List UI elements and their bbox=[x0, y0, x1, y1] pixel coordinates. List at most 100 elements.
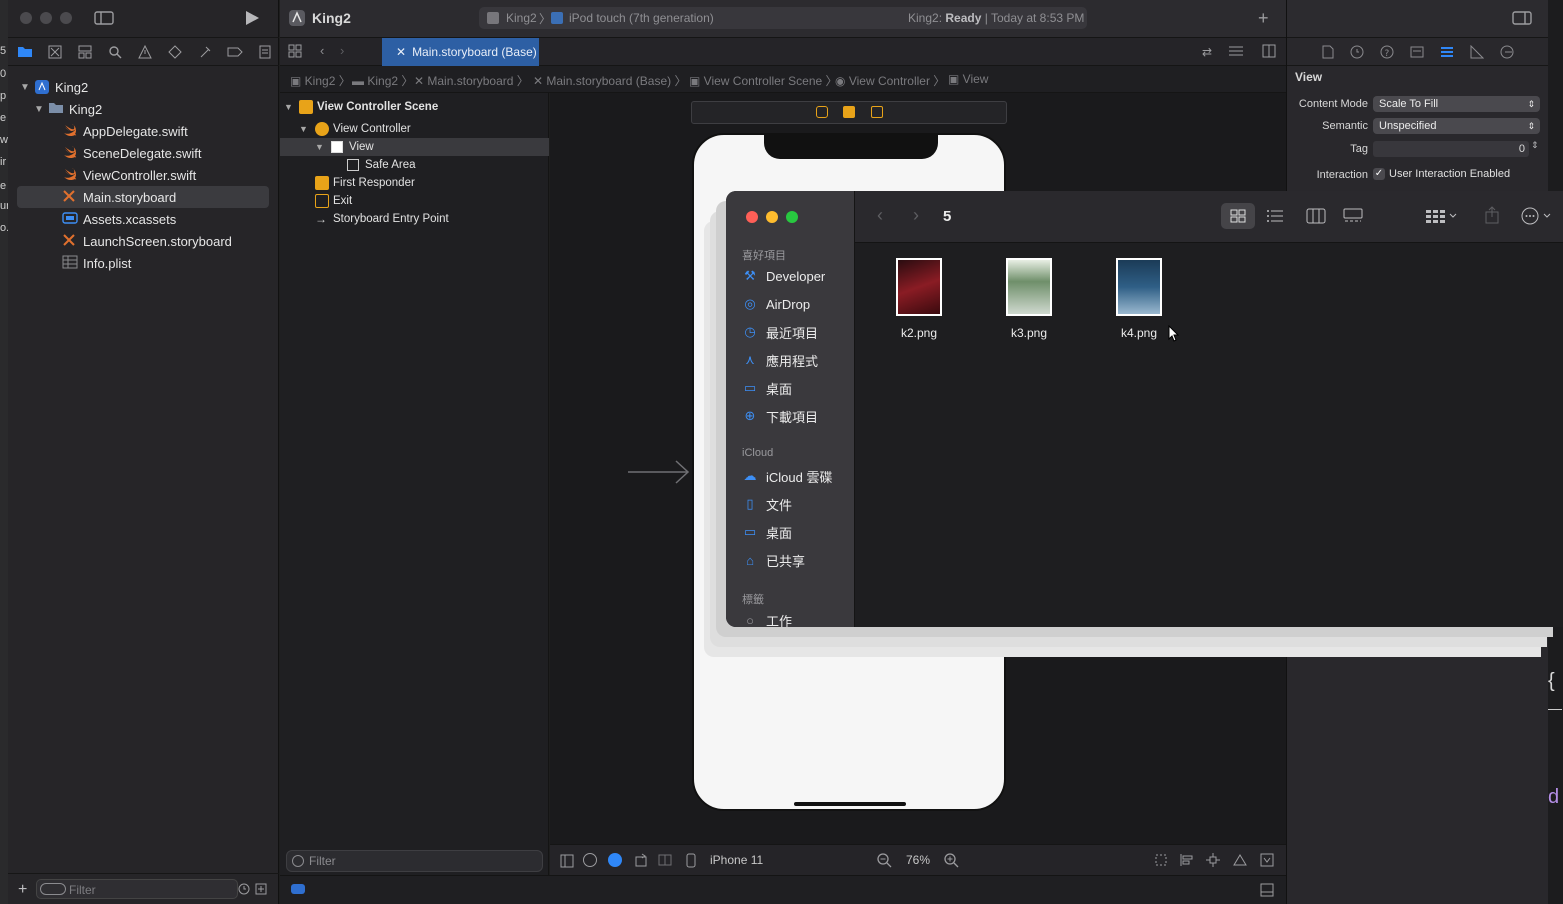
update-frames-icon[interactable] bbox=[1154, 853, 1168, 867]
file-item-k3[interactable]: k3.png bbox=[984, 258, 1074, 340]
attributes-inspector-icon[interactable] bbox=[1440, 45, 1454, 59]
sidebar-item-airdrop[interactable]: ◎ AirDrop bbox=[742, 293, 852, 315]
project-root-item[interactable]: ▼ King2 bbox=[8, 76, 279, 98]
outline-view-selected[interactable]: ▼ View bbox=[280, 138, 549, 156]
jump-bar-view[interactable]: ▣ View bbox=[948, 72, 988, 86]
test-icon[interactable] bbox=[166, 43, 184, 61]
chevron-down-icon[interactable]: ▼ bbox=[315, 142, 324, 152]
close-window-button[interactable] bbox=[20, 12, 32, 24]
zoom-window-button[interactable] bbox=[60, 12, 72, 24]
sidebar-item-applications[interactable]: ⋏ 應用程式 bbox=[742, 349, 852, 371]
tree-item-plist[interactable]: Info.plist bbox=[8, 252, 279, 274]
search-icon[interactable] bbox=[106, 43, 124, 61]
forward-arrow-icon[interactable]: › bbox=[913, 205, 919, 226]
group-folder-item[interactable]: ▼ King2 bbox=[8, 98, 279, 120]
destination-selector[interactable]: iPod touch (7th generation) bbox=[569, 11, 714, 25]
grid-icon[interactable] bbox=[288, 44, 302, 58]
outline-safe-area[interactable]: Safe Area bbox=[280, 156, 549, 174]
source-control-filter-icon[interactable] bbox=[255, 883, 267, 895]
size-class-icon[interactable] bbox=[658, 853, 672, 867]
view-controller-icon[interactable] bbox=[816, 106, 828, 118]
minimize-window-button[interactable] bbox=[766, 211, 778, 223]
minimize-window-button[interactable] bbox=[40, 12, 52, 24]
zoom-window-button[interactable] bbox=[786, 211, 798, 223]
appearance-icon[interactable] bbox=[608, 853, 622, 867]
navigator-filter-input[interactable]: Filter bbox=[36, 879, 238, 899]
sidebar-item-recents[interactable]: ◷ 最近項目 bbox=[742, 321, 852, 343]
outline-scene[interactable]: ▼ View Controller Scene bbox=[280, 98, 549, 116]
chevron-down-icon[interactable]: ▼ bbox=[34, 104, 44, 115]
sidebar-item-developer[interactable]: ⚒ Developer bbox=[742, 265, 852, 287]
sidebar-item-icloud-desktop[interactable]: ▭ 桌面 bbox=[742, 521, 852, 543]
identity-inspector-icon[interactable] bbox=[1410, 45, 1424, 59]
chevron-down-icon[interactable]: ▼ bbox=[299, 124, 308, 134]
recent-files-icon[interactable] bbox=[238, 883, 250, 895]
gallery-view-icon[interactable] bbox=[1343, 208, 1363, 224]
embed-in-icon[interactable] bbox=[1260, 853, 1274, 867]
tag-field[interactable]: 0 bbox=[1373, 141, 1529, 157]
accessibility-icon[interactable] bbox=[583, 853, 597, 867]
file-inspector-icon[interactable] bbox=[1322, 45, 1334, 59]
zoom-out-icon[interactable] bbox=[876, 852, 892, 868]
outline-first-responder[interactable]: First Responder bbox=[280, 174, 549, 192]
sidebar-item-desktop[interactable]: ▭ 桌面 bbox=[742, 377, 852, 399]
document-outline-toggle-icon[interactable] bbox=[560, 854, 574, 868]
content-mode-popup[interactable]: Scale To Fill ⇕ bbox=[1373, 96, 1540, 112]
jump-bar-group[interactable]: ▬ King2 〉 bbox=[352, 72, 413, 89]
sidebar-item-downloads[interactable]: ⊕ 下載項目 bbox=[742, 405, 852, 427]
toggle-navigator-icon[interactable] bbox=[94, 10, 114, 26]
tree-item-swift[interactable]: AppDelegate.swift bbox=[8, 120, 279, 142]
breakpoint-icon[interactable] bbox=[226, 43, 244, 61]
tree-item-swift[interactable]: ViewController.swift bbox=[8, 164, 279, 186]
source-control-icon[interactable] bbox=[46, 43, 64, 61]
column-view-icon[interactable] bbox=[1306, 208, 1326, 224]
toggle-inspector-icon[interactable] bbox=[1512, 10, 1532, 26]
jump-bar-project[interactable]: ▣ King2 〉 bbox=[290, 72, 351, 89]
cube-icon[interactable] bbox=[843, 106, 855, 118]
jump-bar-localization[interactable]: ✕ Main.storyboard (Base) 〉 bbox=[533, 72, 686, 89]
symbol-icon[interactable] bbox=[76, 43, 94, 61]
forward-arrow-icon[interactable]: › bbox=[340, 43, 344, 58]
tree-item-assets[interactable]: Assets.xcassets bbox=[8, 208, 279, 230]
sidebar-item-icloud-drive[interactable]: ☁ iCloud 雲碟 bbox=[742, 465, 852, 487]
add-constraints-icon[interactable] bbox=[1206, 853, 1220, 867]
tree-item-storyboard[interactable]: LaunchScreen.storyboard bbox=[8, 230, 279, 252]
sidebar-item-documents[interactable]: ▯ 文件 bbox=[742, 493, 852, 515]
warning-icon[interactable] bbox=[136, 43, 154, 61]
add-icon[interactable]: + bbox=[18, 881, 27, 899]
file-item-k2[interactable]: k2.png bbox=[874, 258, 964, 340]
jump-bar-file[interactable]: ✕ Main.storyboard 〉 bbox=[414, 72, 529, 89]
share-icon[interactable] bbox=[1484, 206, 1500, 224]
zoom-in-icon[interactable] bbox=[943, 852, 959, 868]
close-window-button[interactable] bbox=[746, 211, 758, 223]
resolve-issues-icon[interactable] bbox=[1232, 853, 1248, 867]
chevron-down-icon[interactable]: ▼ bbox=[20, 82, 30, 93]
history-icon[interactable] bbox=[1350, 45, 1364, 59]
zoom-level[interactable]: 76% bbox=[906, 853, 930, 867]
tree-item-storyboard-selected[interactable]: Main.storyboard bbox=[17, 186, 269, 208]
sidebar-item-shared[interactable]: ⌂ 已共享 bbox=[742, 549, 852, 571]
help-icon[interactable]: ? bbox=[1380, 45, 1394, 59]
tree-item-swift[interactable]: SceneDelegate.swift bbox=[8, 142, 279, 164]
group-by-icon[interactable] bbox=[1425, 208, 1457, 224]
list-view-icon[interactable] bbox=[1266, 209, 1284, 223]
back-arrow-icon[interactable]: ‹ bbox=[320, 43, 324, 58]
sidebar-item-tag-work[interactable]: ○ 工作 bbox=[742, 609, 852, 628]
outline-entry-point[interactable]: → Storyboard Entry Point bbox=[280, 210, 549, 228]
outline-filter-input[interactable]: Filter bbox=[286, 850, 543, 872]
tag-stepper[interactable]: ⇕ bbox=[1531, 140, 1539, 151]
tab-main-storyboard[interactable]: ✕ Main.storyboard (Base) bbox=[382, 38, 539, 66]
outline-exit[interactable]: Exit bbox=[280, 192, 549, 210]
semantic-popup[interactable]: Unspecified ⇕ bbox=[1373, 118, 1540, 134]
user-interaction-checkbox[interactable]: ✓ bbox=[1373, 168, 1385, 180]
jump-bar-scene[interactable]: ▣ View Controller Scene 〉 bbox=[689, 72, 838, 89]
related-items-icon[interactable]: ⇄ bbox=[1202, 45, 1212, 59]
align-icon[interactable] bbox=[1180, 853, 1194, 867]
exit-icon[interactable] bbox=[871, 106, 883, 118]
scheme-selector[interactable]: King2 bbox=[506, 11, 537, 25]
jump-bar-controller[interactable]: ◉ View Controller 〉 bbox=[835, 72, 945, 89]
more-actions-icon[interactable] bbox=[1521, 207, 1555, 225]
run-button[interactable] bbox=[244, 10, 260, 26]
folder-icon[interactable] bbox=[16, 43, 34, 61]
back-arrow-icon[interactable]: ‹ bbox=[877, 205, 883, 226]
